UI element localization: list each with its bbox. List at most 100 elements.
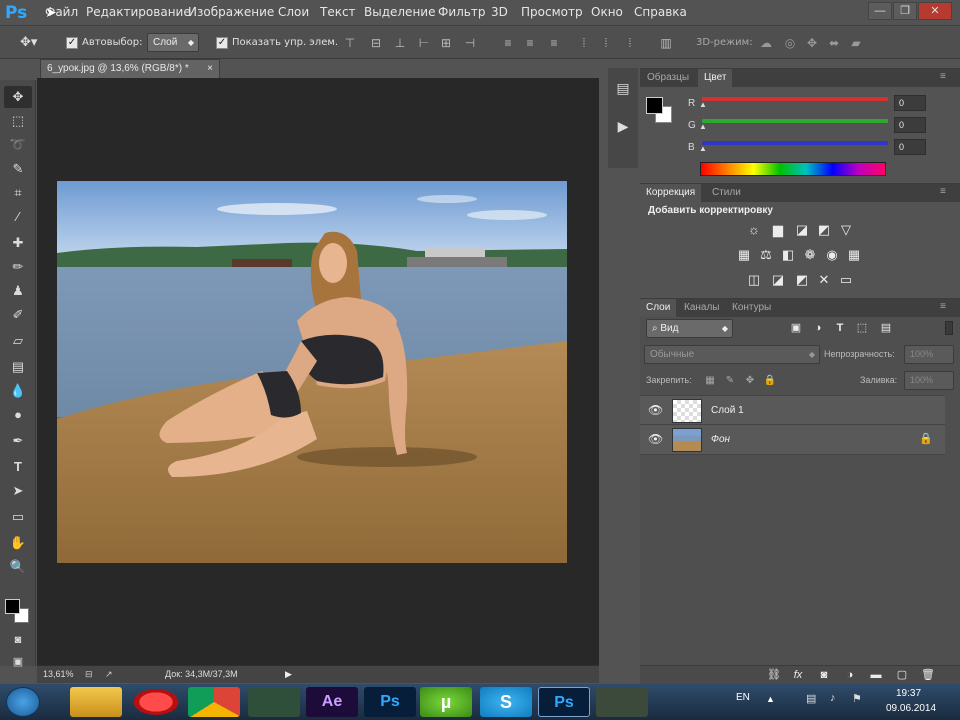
taskbar-utorrent-icon[interactable]: µ — [420, 687, 472, 717]
scale-3d-icon[interactable]: ▰ — [848, 35, 864, 51]
taskbar-skype-icon[interactable]: S — [480, 687, 532, 717]
slider-g-thumb-icon[interactable]: ▲ — [699, 122, 707, 131]
levels-icon[interactable]: ▆ — [770, 222, 786, 238]
adjustments-menu-icon[interactable]: ≡ — [940, 186, 946, 197]
menu-type[interactable]: Текст — [320, 5, 356, 19]
layer-row[interactable]: 👁 Слой 1 — [640, 395, 945, 425]
panel-menu-icon[interactable]: ≡ — [940, 71, 946, 82]
color-spectrum-bar[interactable] — [700, 162, 886, 176]
brush-tool-icon[interactable]: ✏ — [8, 257, 28, 277]
clock-time[interactable]: 19:37 — [896, 688, 921, 699]
document-tab[interactable]: 6_урок.jpg @ 13,6% (RGB/8*) * × — [40, 59, 220, 78]
document-image[interactable] — [57, 181, 567, 563]
color-foreground-swatch[interactable] — [646, 97, 663, 114]
black-white-icon[interactable]: ◧ — [780, 247, 796, 263]
filter-pixel-icon[interactable]: ▣ — [788, 320, 804, 336]
status-export-icon[interactable]: ↗ — [105, 669, 113, 680]
tray-flag-icon[interactable]: ⚑ — [852, 692, 862, 705]
taskbar-photoshop-icon[interactable]: Ps — [364, 687, 416, 717]
distribute-right-icon[interactable]: ⦙ — [622, 35, 638, 51]
align-vcenter-icon[interactable]: ⊟ — [368, 35, 384, 51]
menu-filter[interactable]: Фильтр — [438, 5, 485, 19]
channel-g-value[interactable]: 0 — [894, 117, 926, 133]
show-transform-checkbox[interactable]: ✓ — [216, 37, 228, 49]
menu-view[interactable]: Просмотр — [521, 5, 583, 19]
actions-panel-icon[interactable]: ▶ — [613, 118, 633, 138]
layer-name[interactable]: Фон — [711, 434, 730, 445]
channel-b-slider[interactable] — [702, 141, 888, 145]
eyedropper-tool-icon[interactable]: ⁄ — [8, 207, 28, 227]
menu-select[interactable]: Выделение — [364, 5, 435, 19]
align-left-icon[interactable]: ⊢ — [416, 35, 432, 51]
status-menu-arrow-icon[interactable]: ▶ — [285, 669, 292, 680]
distribute-top-icon[interactable]: ≡ — [500, 35, 516, 51]
marquee-tool-icon[interactable]: ⬚ — [8, 111, 28, 131]
layer-name[interactable]: Слой 1 — [711, 405, 744, 416]
layer-filter-dropdown[interactable]: ⌕ Вид ◆ — [646, 319, 733, 338]
status-info-icon[interactable]: ⊟ — [85, 669, 93, 680]
align-hcenter-icon[interactable]: ⊞ — [438, 35, 454, 51]
crop-tool-icon[interactable]: ⌗ — [8, 183, 28, 203]
channel-b-value[interactable]: 0 — [894, 139, 926, 155]
lasso-tool-icon[interactable]: ➰ — [8, 135, 28, 155]
layer-visibility-eye-icon[interactable]: 👁 — [648, 403, 663, 417]
start-button[interactable] — [6, 687, 40, 717]
align-bottom-icon[interactable]: ⊥ — [392, 35, 408, 51]
align-right-icon[interactable]: ⊣ — [462, 35, 478, 51]
exposure-icon[interactable]: ◩ — [816, 222, 832, 238]
fill-field[interactable]: 100% — [904, 371, 954, 390]
history-panel-icon[interactable]: ▤ — [613, 80, 633, 100]
gradient-map-icon[interactable]: ▭ — [838, 272, 854, 288]
screen-mode-icon[interactable]: ▣ — [8, 652, 28, 672]
tab-color[interactable]: Цвет — [698, 69, 733, 87]
quick-select-tool-icon[interactable]: ✎ — [8, 159, 28, 179]
distribute-left-icon[interactable]: ⦙ — [576, 35, 592, 51]
tab-channels[interactable]: Каналы — [684, 302, 720, 313]
selective-color-icon[interactable]: ✕ — [816, 272, 832, 288]
filter-type-icon[interactable]: T — [832, 320, 848, 336]
curves-icon[interactable]: ◪ — [794, 222, 810, 238]
zoom-level[interactable]: 13,61% — [43, 669, 74, 679]
channel-g-slider[interactable] — [702, 119, 888, 123]
layer-row[interactable]: 👁 Фон 🔒 — [640, 425, 945, 455]
restore-button[interactable]: ❐ — [893, 2, 917, 20]
vibrance-icon[interactable]: ▽ — [838, 222, 854, 238]
hue-saturation-icon[interactable]: ▦ — [736, 247, 752, 263]
taskbar-photoshop-active-icon[interactable]: Ps — [538, 687, 590, 717]
move-tool-icon[interactable]: ✥ — [8, 87, 28, 107]
photo-filter-icon[interactable]: ❁ — [802, 247, 818, 263]
layer-style-icon[interactable]: fx — [790, 667, 806, 683]
tab-styles[interactable]: Стили — [712, 187, 741, 198]
distribute-vcenter-icon[interactable]: ≡ — [522, 35, 538, 51]
filter-shape-icon[interactable]: ⬚ — [854, 320, 870, 336]
taskbar-opera-icon[interactable] — [130, 687, 182, 717]
eraser-tool-icon[interactable]: ▱ — [8, 331, 28, 351]
language-indicator[interactable]: EN — [736, 692, 750, 703]
healing-brush-tool-icon[interactable]: ✚ — [8, 233, 28, 253]
menu-window[interactable]: Окно — [591, 5, 623, 19]
lock-all-icon[interactable]: 🔒 — [762, 373, 778, 389]
blend-mode-dropdown[interactable]: Обычные ◆ — [644, 345, 820, 364]
menu-edit[interactable]: Редактирование — [86, 5, 191, 19]
posterize-icon[interactable]: ◪ — [770, 272, 786, 288]
autoselect-checkbox[interactable]: ✓ — [66, 37, 78, 49]
document-tab-close-icon[interactable]: × — [207, 60, 213, 78]
taskbar-explorer-icon[interactable] — [70, 687, 122, 717]
rectangle-tool-icon[interactable]: ▭ — [8, 507, 28, 527]
menu-layer[interactable]: Слои — [278, 5, 309, 19]
distribute-bottom-icon[interactable]: ≡ — [546, 35, 562, 51]
tray-network-icon[interactable]: ▤ — [806, 692, 816, 705]
clone-stamp-tool-icon[interactable]: ♟ — [8, 281, 28, 301]
hand-tool-icon[interactable]: ✋ — [8, 533, 28, 553]
menu-image[interactable]: Изображение — [188, 5, 274, 19]
path-select-tool-icon[interactable]: ➤ — [8, 481, 28, 501]
dodge-tool-icon[interactable]: ● — [8, 405, 28, 425]
filter-adjustment-icon[interactable]: ◑ — [810, 320, 826, 336]
slider-r-thumb-icon[interactable]: ▲ — [699, 100, 707, 109]
lock-pixels-icon[interactable]: ✎ — [722, 373, 738, 389]
taskbar-chrome-icon[interactable] — [188, 687, 240, 717]
tab-adjustments[interactable]: Коррекция — [640, 184, 702, 202]
threshold-icon[interactable]: ◩ — [794, 272, 810, 288]
history-brush-tool-icon[interactable]: ✐ — [8, 305, 28, 325]
new-group-icon[interactable]: ▬ — [868, 667, 884, 683]
